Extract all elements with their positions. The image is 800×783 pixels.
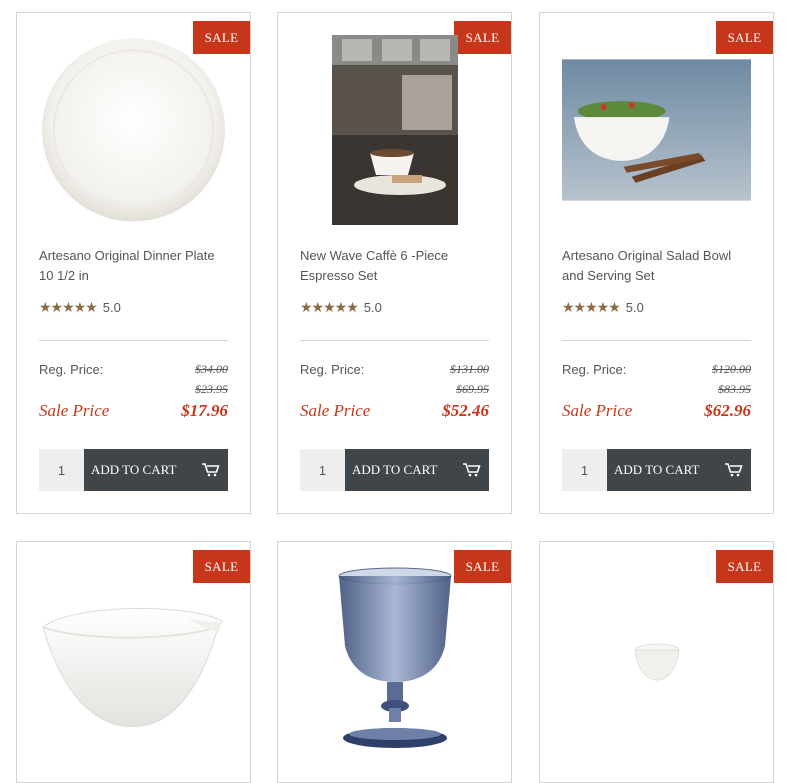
product-name[interactable]: New Wave Caffè 6 -Piece Espresso Set — [300, 246, 491, 286]
product-card: SALE — [16, 541, 251, 783]
sale-badge: SALE — [716, 550, 773, 583]
product-image-wave-bowl[interactable] — [39, 582, 228, 752]
sale-price-label: Sale Price — [562, 401, 633, 420]
product-rating: ★★★★★ 5.0 — [562, 299, 644, 316]
divider — [562, 340, 751, 341]
add-to-cart-label: ADD TO CART — [614, 462, 700, 477]
product-card: SALE Artesano Original Dinner Plate 10 1… — [16, 12, 251, 514]
divider — [39, 340, 228, 341]
sale-price-value: $62.96 — [704, 401, 751, 420]
quantity-input[interactable] — [39, 449, 84, 491]
sale-price-value: $17.96 — [181, 401, 228, 420]
product-card: SALE Artesano Original Salad Bowl and Se… — [539, 12, 774, 514]
product-rating: ★★★★★ 5.0 — [300, 299, 382, 316]
reg-price-value-2: $23.95 — [195, 382, 228, 396]
cart-icon — [202, 463, 220, 477]
product-image-small-dip-bowl[interactable] — [562, 582, 751, 742]
star-rating-icon: ★★★★★ — [562, 299, 621, 315]
product-card: SALE New Wave Caffè 6 -Piece Espresso Se… — [277, 12, 512, 514]
add-to-cart-button[interactable]: ADD TO CART — [607, 449, 751, 491]
reg-price-value: $131.00 — [450, 362, 489, 376]
add-to-cart-label: ADD TO CART — [352, 462, 438, 477]
reg-price-label: Reg. Price: — [562, 362, 627, 377]
product-image-dinner-plate[interactable] — [39, 35, 228, 225]
star-rating-icon: ★★★★★ — [300, 299, 359, 315]
rating-value: 5.0 — [102, 300, 121, 315]
reg-price-label: Reg. Price: — [300, 362, 365, 377]
rating-value: 5.0 — [363, 300, 382, 315]
product-rating: ★★★★★ 5.0 — [39, 299, 121, 316]
product-card: SALE — [277, 541, 512, 783]
sale-badge: SALE — [193, 550, 250, 583]
reg-price-value: $34.00 — [195, 362, 228, 376]
reg-price-value: $120.00 — [712, 362, 751, 376]
star-rating-icon: ★★★★★ — [39, 299, 98, 315]
reg-price-value-2: $69.95 — [456, 382, 489, 396]
product-name[interactable]: Artesano Original Salad Bowl and Serving… — [562, 246, 753, 286]
product-image-blue-goblet[interactable] — [300, 566, 489, 751]
rating-value: 5.0 — [625, 300, 644, 315]
reg-price-value-2: $83.95 — [718, 382, 751, 396]
divider — [300, 340, 489, 341]
sale-price-value: $52.46 — [442, 401, 489, 420]
add-to-cart-label: ADD TO CART — [91, 462, 177, 477]
quantity-input[interactable] — [300, 449, 345, 491]
add-to-cart-button[interactable]: ADD TO CART — [84, 449, 228, 491]
product-image-espresso-set[interactable] — [300, 35, 489, 225]
cart-icon — [725, 463, 743, 477]
add-to-cart-button[interactable]: ADD TO CART — [345, 449, 489, 491]
sale-price-label: Sale Price — [39, 401, 110, 420]
cart-icon — [463, 463, 481, 477]
product-card: SALE — [539, 541, 774, 783]
reg-price-label: Reg. Price: — [39, 362, 104, 377]
product-name[interactable]: Artesano Original Dinner Plate 10 1/2 in — [39, 246, 230, 286]
quantity-input[interactable] — [562, 449, 607, 491]
sale-price-label: Sale Price — [300, 401, 371, 420]
product-image-salad-bowl[interactable] — [562, 35, 751, 225]
